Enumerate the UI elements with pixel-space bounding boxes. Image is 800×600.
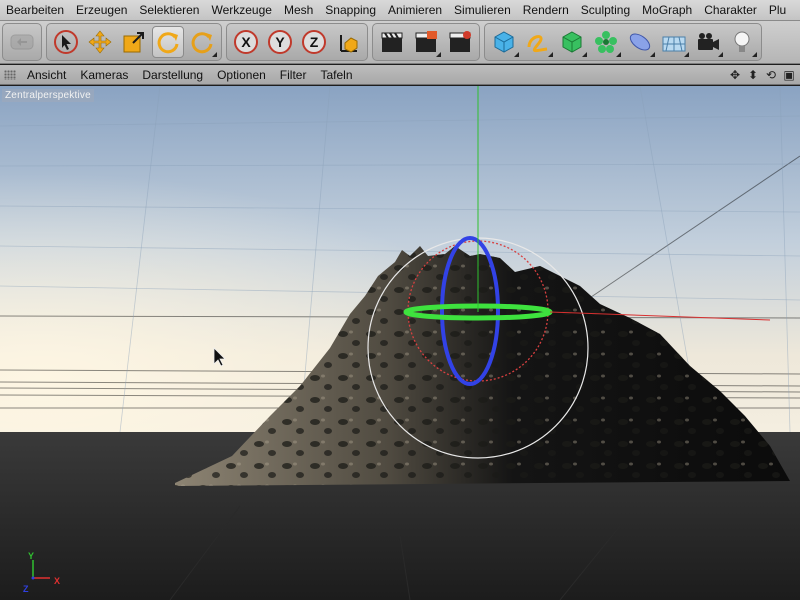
y-axis-icon: Y bbox=[268, 30, 292, 54]
axis-x-label: X bbox=[54, 576, 61, 586]
rotate-view-icon[interactable]: ⟲ bbox=[764, 68, 778, 82]
subdivision-surface-button[interactable] bbox=[556, 26, 588, 58]
rotate-tool-button[interactable] bbox=[152, 26, 184, 58]
undo-icon bbox=[10, 34, 34, 50]
render-view-button[interactable] bbox=[376, 26, 408, 58]
menu-mograph[interactable]: MoGraph bbox=[636, 0, 698, 20]
svg-text:X: X bbox=[241, 34, 251, 50]
view-menu-optionen[interactable]: Optionen bbox=[210, 65, 273, 85]
rotate-icon bbox=[157, 32, 179, 54]
render-group bbox=[372, 23, 480, 61]
menu-simulieren[interactable]: Simulieren bbox=[448, 0, 517, 20]
main-toolbar: X Y Z bbox=[0, 21, 800, 64]
menu-sculpting[interactable]: Sculpting bbox=[575, 0, 636, 20]
menu-rendern[interactable]: Rendern bbox=[517, 0, 575, 20]
z-axis-icon: Z bbox=[302, 30, 326, 54]
menu-snapping[interactable]: Snapping bbox=[319, 0, 382, 20]
cursor-icon bbox=[54, 30, 78, 54]
camera-button[interactable] bbox=[692, 26, 724, 58]
cloner-button[interactable] bbox=[590, 26, 622, 58]
menu-erzeugen[interactable]: Erzeugen bbox=[70, 0, 133, 20]
objects-group bbox=[484, 23, 762, 61]
clapperboard-gear-icon bbox=[449, 31, 471, 52]
scale-icon bbox=[123, 32, 144, 53]
z-axis-lock-button[interactable]: Z bbox=[298, 26, 330, 58]
pan-view-icon[interactable]: ✥ bbox=[728, 68, 742, 82]
move-arrows-icon bbox=[88, 30, 112, 54]
spline-pen-button[interactable] bbox=[522, 26, 554, 58]
x-axis-lock-button[interactable]: X bbox=[230, 26, 262, 58]
menu-bearbeiten[interactable]: Bearbeiten bbox=[0, 0, 70, 20]
recent-tool-button[interactable] bbox=[186, 26, 218, 58]
view-menu-darstellung[interactable]: Darstellung bbox=[135, 65, 210, 85]
menu-mesh[interactable]: Mesh bbox=[278, 0, 319, 20]
menu-charakter[interactable]: Charakter bbox=[698, 0, 763, 20]
x-axis-icon: X bbox=[234, 30, 258, 54]
undo-group bbox=[2, 23, 42, 61]
coordinate-system-icon bbox=[340, 35, 358, 53]
menu-plugins[interactable]: Plu bbox=[763, 0, 792, 20]
axis-z-label: Z bbox=[23, 584, 29, 594]
view-menu-tafeln[interactable]: Tafeln bbox=[313, 65, 359, 85]
transform-tools-group bbox=[46, 23, 222, 61]
menu-werkzeuge[interactable]: Werkzeuge bbox=[205, 0, 277, 20]
view-menu-ansicht[interactable]: Ansicht bbox=[20, 65, 73, 85]
clapperboard-icon bbox=[381, 32, 403, 52]
dolly-view-icon[interactable]: ⬍ bbox=[746, 68, 760, 82]
scale-tool-button[interactable] bbox=[118, 26, 150, 58]
light-button[interactable] bbox=[726, 26, 758, 58]
drag-grip-icon[interactable] bbox=[4, 69, 16, 80]
axis-lock-group: X Y Z bbox=[226, 23, 368, 61]
select-tool-button[interactable] bbox=[50, 26, 82, 58]
undo-button[interactable] bbox=[6, 26, 38, 58]
view-menu-kameras[interactable]: Kameras bbox=[73, 65, 135, 85]
cube-object-button[interactable] bbox=[488, 26, 520, 58]
render-picture-viewer-button[interactable] bbox=[410, 26, 442, 58]
svg-text:Z: Z bbox=[310, 34, 319, 50]
scene-canvas[interactable] bbox=[0, 86, 800, 600]
viewport-camera-label: Zentralperspektive bbox=[2, 89, 94, 102]
render-settings-button[interactable] bbox=[444, 26, 476, 58]
toggle-views-icon[interactable]: ▣ bbox=[782, 68, 796, 82]
3d-viewport[interactable]: Zentralperspektive Y X Z bbox=[0, 86, 800, 600]
view-menu-filter[interactable]: Filter bbox=[273, 65, 314, 85]
move-tool-button[interactable] bbox=[84, 26, 116, 58]
y-axis-lock-button[interactable]: Y bbox=[264, 26, 296, 58]
axis-y-label: Y bbox=[28, 551, 35, 561]
coordinate-system-button[interactable] bbox=[332, 26, 364, 58]
viewport-nav-icons: ✥ ⬍ ⟲ ▣ bbox=[728, 68, 800, 82]
menu-animieren[interactable]: Animieren bbox=[382, 0, 448, 20]
viewport-menu-bar: Ansicht Kameras Darstellung Optionen Fil… bbox=[0, 65, 800, 85]
menu-selektieren[interactable]: Selektieren bbox=[133, 0, 205, 20]
floor-button[interactable] bbox=[658, 26, 690, 58]
deformer-button[interactable] bbox=[624, 26, 656, 58]
main-menu-bar: Bearbeiten Erzeugen Selektieren Werkzeug… bbox=[0, 0, 800, 21]
svg-text:Y: Y bbox=[275, 34, 285, 50]
